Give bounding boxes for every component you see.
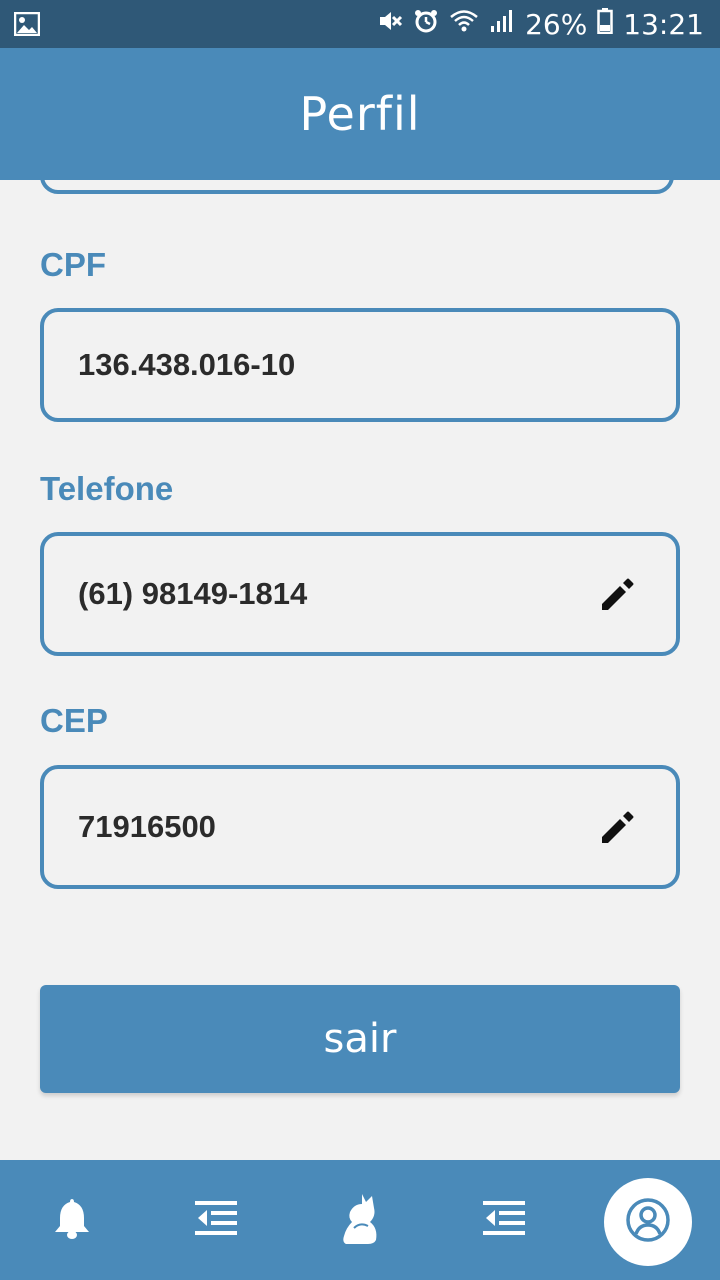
logout-label: sair [323, 1016, 397, 1062]
profile-icon [626, 1197, 670, 1247]
telefone-field[interactable]: (61) 98149-1814 [40, 532, 680, 656]
cep-label: CEP [40, 702, 108, 739]
profile-form[interactable]: CPF 136.438.016-10 Telefone (61) 98149-1… [0, 180, 720, 1160]
alarm-icon [413, 8, 439, 41]
list-icon [483, 1200, 525, 1240]
clock: 13:21 [623, 7, 704, 41]
nav-list-2[interactable] [454, 1160, 554, 1280]
telefone-label: Telefone [40, 470, 174, 507]
nav-profile[interactable] [604, 1178, 692, 1266]
battery-percent: 26% [525, 7, 588, 41]
status-bar: 26% 13:21 [0, 0, 720, 48]
cpf-field: 136.438.016-10 [40, 308, 680, 422]
cat-icon [340, 1192, 380, 1249]
app-bar: Perfil [0, 48, 720, 180]
cpf-value: 136.438.016-10 [78, 347, 296, 382]
nav-pets[interactable] [310, 1160, 410, 1280]
edit-telefone-icon[interactable] [598, 574, 638, 614]
nav-notifications[interactable] [22, 1160, 122, 1280]
battery-icon [597, 7, 614, 41]
cpf-label: CPF [40, 246, 106, 283]
page-title: Perfil [299, 87, 421, 141]
wifi-icon [449, 8, 479, 41]
edit-cep-icon[interactable] [598, 807, 638, 847]
mute-icon [377, 8, 403, 41]
list-icon [195, 1200, 237, 1240]
bottom-nav [0, 1160, 720, 1280]
cep-field[interactable]: 71916500 [40, 765, 680, 889]
gallery-icon [13, 11, 41, 41]
bell-icon [52, 1196, 92, 1245]
signal-icon [489, 8, 515, 41]
telefone-value: (61) 98149-1814 [78, 576, 308, 611]
clipped-field [40, 180, 674, 194]
logout-button[interactable]: sair [40, 985, 680, 1093]
nav-list-1[interactable] [166, 1160, 266, 1280]
cep-value: 71916500 [78, 809, 216, 844]
